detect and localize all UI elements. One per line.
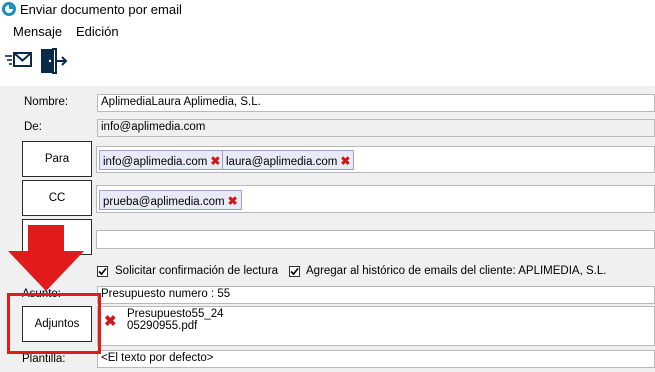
confirmation-label: Solicitar confirmación de lectura (115, 265, 278, 277)
recipient-email: laura@aplimedia.com (226, 156, 338, 168)
attachment-name-line1: Presupuesto55_24 (127, 308, 224, 320)
remove-attachment-icon[interactable]: ✖ (104, 312, 117, 330)
nombre-input[interactable]: AplimediaLaura Aplimedia, S.L. (97, 94, 655, 112)
attachments-box[interactable]: ✖ Presupuesto55_24 05290955.pdf (97, 306, 655, 346)
plantilla-label: Plantilla: (22, 353, 66, 365)
nombre-label: Nombre: (24, 96, 69, 108)
send-email-button[interactable] (3, 46, 35, 78)
confirmation-checkbox[interactable] (97, 266, 108, 277)
recipient-chip[interactable]: info@aplimedia.com ✖ (99, 150, 225, 170)
menu-mensaje[interactable]: Mensaje (13, 24, 62, 39)
plantilla-select[interactable]: <El texto por defecto> (97, 350, 655, 368)
window-title: Enviar documento por email (20, 2, 182, 17)
menu-edicion[interactable]: Edición (76, 24, 119, 39)
history-label: Agregar al histórico de emails del clien… (306, 265, 607, 277)
history-checkbox[interactable] (289, 266, 300, 277)
recipient-chip[interactable]: prueba@aplimedia.com ✖ (99, 190, 242, 210)
recipient-email: prueba@aplimedia.com (103, 196, 225, 208)
para-button[interactable]: Para (22, 141, 92, 177)
send-email-icon (3, 52, 35, 77)
bcc-input[interactable] (96, 230, 655, 249)
exit-door-icon (38, 48, 68, 79)
asunto-input[interactable]: Presupuesto numero : 55 (97, 286, 655, 304)
attachment-name-line2: 05290955.pdf (127, 320, 198, 332)
app-logo-icon (1, 1, 17, 17)
cc-recipients-box[interactable]: prueba@aplimedia.com ✖ (96, 185, 655, 213)
recipient-email: info@aplimedia.com (103, 156, 208, 168)
exit-button[interactable] (38, 46, 68, 78)
toolbar (0, 42, 655, 86)
recipient-chip[interactable]: laura@aplimedia.com ✖ (222, 150, 355, 170)
remove-x-icon[interactable]: ✖ (340, 154, 350, 168)
de-label: De: (24, 121, 42, 133)
remove-x-icon[interactable]: ✖ (228, 194, 238, 208)
de-input[interactable]: info@aplimedia.com (97, 119, 655, 137)
remove-x-icon[interactable]: ✖ (210, 154, 220, 168)
adjuntos-highlight-frame (7, 293, 101, 354)
red-arrow-down-icon (8, 225, 84, 291)
cc-button[interactable]: CC (22, 180, 92, 216)
para-recipients-box[interactable]: info@aplimedia.com ✖ laura@aplimedia.com ✖ (96, 146, 655, 173)
attachment-file[interactable]: Presupuesto55_24 05290955.pdf (127, 308, 224, 332)
